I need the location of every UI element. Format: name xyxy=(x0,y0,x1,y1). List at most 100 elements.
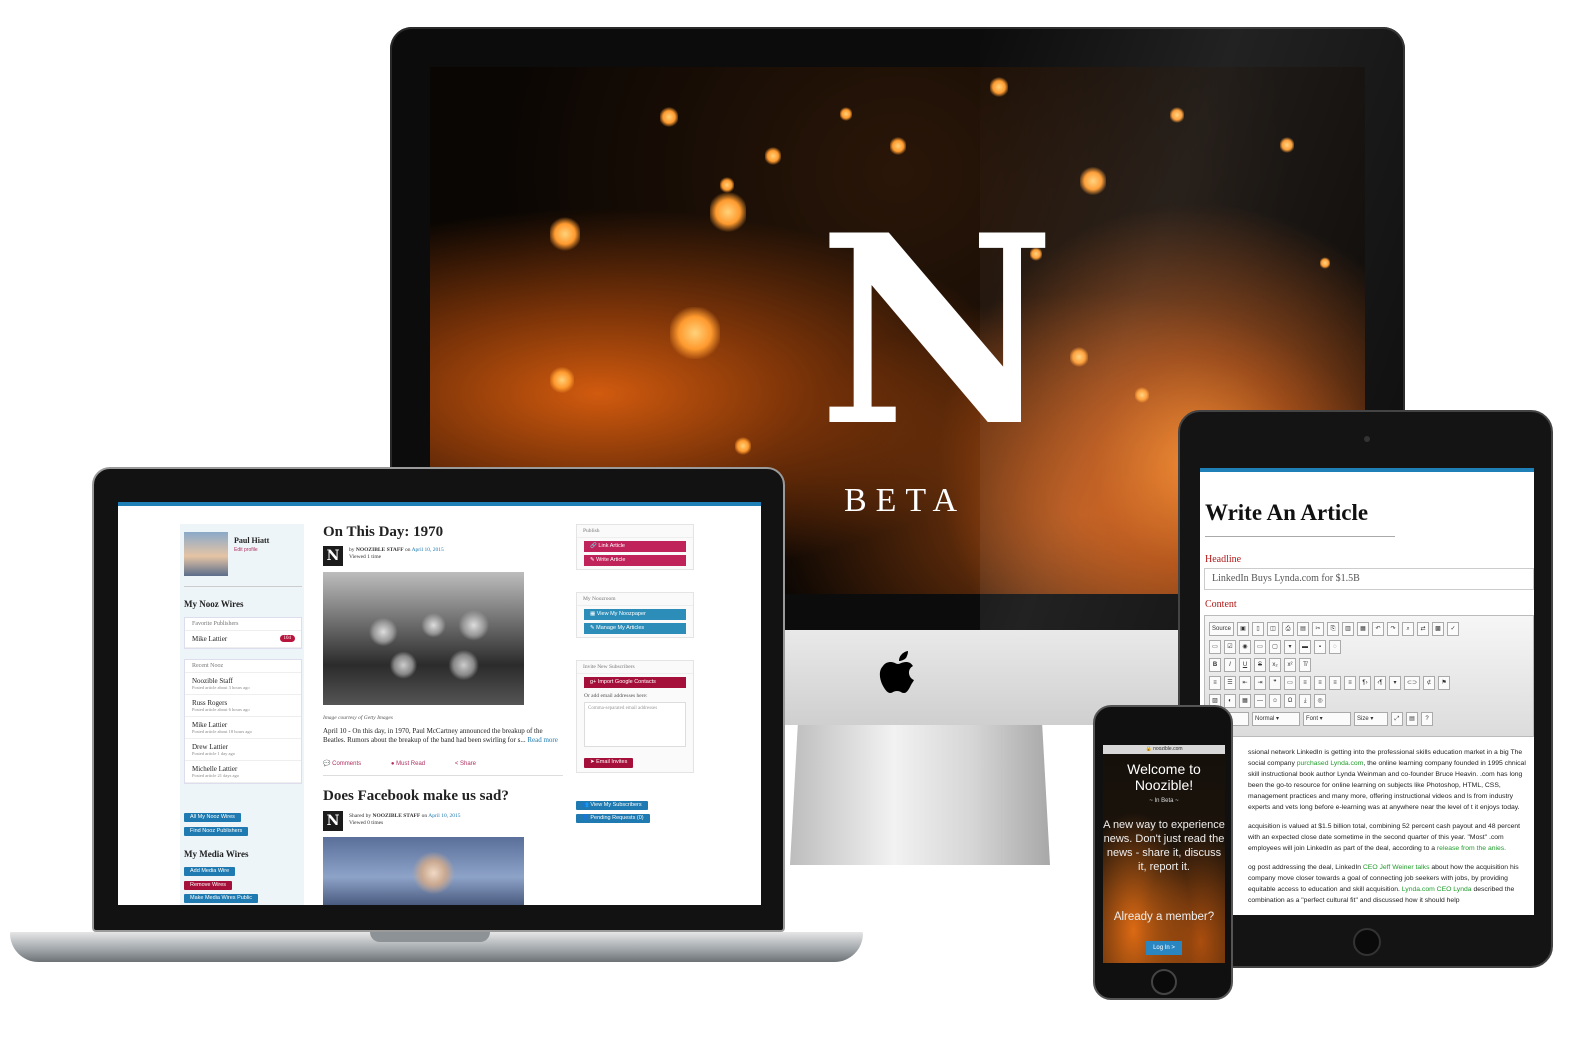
list-item[interactable]: Russ Rogers Posted article about 6 hours … xyxy=(185,695,301,717)
justify-icon[interactable]: ≡ xyxy=(1344,676,1356,690)
headline-input[interactable]: LinkedIn Buys Lynda.com for $1.5B xyxy=(1204,568,1534,590)
write-article-button[interactable]: ✎ Write Article xyxy=(584,555,686,566)
show-blocks-icon[interactable]: ▤ xyxy=(1406,712,1418,726)
article-photo-2[interactable] xyxy=(323,837,524,905)
replace-icon[interactable]: ⇄ xyxy=(1417,622,1430,636)
ltr-icon[interactable]: ¶› xyxy=(1359,676,1371,690)
view-noozpaper-button[interactable]: ▦ View My Noozpaper xyxy=(584,609,686,620)
flash-icon[interactable]: ◐ xyxy=(1224,694,1236,708)
div-icon[interactable]: ▭ xyxy=(1284,676,1296,690)
anchor-icon[interactable]: ⚑ xyxy=(1438,676,1451,690)
templates-icon[interactable]: ▤ xyxy=(1297,622,1310,636)
cut-icon[interactable]: ✂ xyxy=(1312,622,1325,636)
new-page-icon[interactable]: ▯ xyxy=(1252,622,1265,636)
align-center-icon[interactable]: ≡ xyxy=(1314,676,1326,690)
remove-wires-button[interactable]: Remove Wires xyxy=(184,881,233,890)
in-beta-label: ~ In Beta ~ xyxy=(1149,798,1179,804)
maximize-icon[interactable]: ⤢ xyxy=(1391,712,1403,726)
blockquote-icon[interactable]: ❞ xyxy=(1269,676,1281,690)
edit-profile-link[interactable]: Edit profile xyxy=(234,547,258,553)
textarea-icon[interactable]: ▢ xyxy=(1269,640,1281,654)
source-button[interactable]: Source xyxy=(1209,622,1235,636)
remove-format-icon[interactable]: T̸ xyxy=(1299,658,1311,672)
copy-icon[interactable]: ⎘ xyxy=(1327,622,1340,636)
form-icon[interactable]: ▭ xyxy=(1209,640,1221,654)
email-invites-button[interactable]: ➤ Email Invites xyxy=(584,758,634,768)
must-read-button[interactable]: ● Must Read xyxy=(391,761,439,767)
article-title[interactable]: On This Day: 1970 xyxy=(323,524,443,541)
article-title-2[interactable]: Does Facebook make us sad? xyxy=(323,788,509,805)
pending-requests-button[interactable]: 👤 Pending Requests (0) xyxy=(576,814,650,823)
font-dropdown[interactable]: Font ▾ xyxy=(1303,712,1351,726)
save-icon[interactable]: ▣ xyxy=(1237,622,1250,636)
laptop: Paul Hiatt Edit profile My Nooz Wires Fa… xyxy=(92,467,785,932)
indent-icon[interactable]: ⇥ xyxy=(1254,676,1266,690)
paste-text-icon[interactable]: ▦ xyxy=(1357,622,1370,636)
address-bar[interactable]: 🔒 noozible.com xyxy=(1103,745,1225,754)
underline-icon[interactable]: U xyxy=(1239,658,1251,672)
radio-icon[interactable]: ◉ xyxy=(1239,640,1251,654)
rtl-icon[interactable]: ‹¶ xyxy=(1374,676,1386,690)
subscript-icon[interactable]: x₂ xyxy=(1269,658,1281,672)
unlink-icon[interactable]: ⊄ xyxy=(1423,676,1436,690)
comments-button[interactable]: 💬 Comments xyxy=(323,761,375,767)
view-subscribers-button[interactable]: 👥 View My Subscribers xyxy=(576,801,648,810)
italic-icon[interactable]: I xyxy=(1224,658,1236,672)
paste-icon[interactable]: ▥ xyxy=(1342,622,1355,636)
article-photo[interactable] xyxy=(323,572,524,705)
read-more-link[interactable]: Read more xyxy=(527,736,558,744)
textfield-icon[interactable]: ▭ xyxy=(1254,640,1266,654)
align-left-icon[interactable]: ≡ xyxy=(1299,676,1311,690)
table-icon[interactable]: ▦ xyxy=(1239,694,1251,708)
avatar[interactable] xyxy=(184,532,228,576)
import-contacts-button[interactable]: g+ Import Google Contacts xyxy=(584,677,686,688)
add-media-wire-button[interactable]: Add Media Wire xyxy=(184,867,236,876)
bullet-list-icon[interactable]: ☰ xyxy=(1224,676,1236,690)
view-count: Viewed 0 times xyxy=(349,820,384,826)
page-break-icon[interactable]: ⤓ xyxy=(1299,694,1312,708)
find-icon[interactable]: ⌕ xyxy=(1402,622,1415,636)
publisher-logo-icon: N xyxy=(323,546,343,566)
make-public-button[interactable]: Make Media Wires Public xyxy=(184,894,259,903)
button-icon[interactable]: ▬ xyxy=(1299,640,1311,654)
checkbox-icon[interactable]: ☑ xyxy=(1224,640,1236,654)
find-publishers-button[interactable]: Find Nooz Publishers xyxy=(184,827,249,836)
spellcheck-icon[interactable]: ✓ xyxy=(1447,622,1460,636)
image-button-icon[interactable]: ▪ xyxy=(1314,640,1326,654)
numbered-list-icon[interactable]: ≡ xyxy=(1209,676,1221,690)
manage-articles-button[interactable]: ✎ Manage My Articles xyxy=(584,623,686,634)
link-icon[interactable]: ⊂⊃ xyxy=(1404,676,1421,690)
horizontal-line-icon[interactable]: ― xyxy=(1254,694,1266,708)
hidden-field-icon[interactable]: ◌ xyxy=(1329,640,1341,654)
smiley-icon[interactable]: ☺ xyxy=(1269,694,1282,708)
strike-icon[interactable]: S xyxy=(1254,658,1266,672)
redo-icon[interactable]: ↷ xyxy=(1387,622,1400,636)
tablet: Write An Article Headline LinkedIn Buys … xyxy=(1178,410,1553,968)
format-dropdown[interactable]: Normal ▾ xyxy=(1252,712,1300,726)
list-item[interactable]: Mike Lattier 104 xyxy=(185,631,301,648)
outdent-icon[interactable]: ⇤ xyxy=(1239,676,1251,690)
list-item[interactable]: Drew Lattier Posted article 1 day ago xyxy=(185,739,301,761)
list-item[interactable]: Noozible Staff Posted article about 3 hou… xyxy=(185,673,301,695)
language-icon[interactable]: ▾ xyxy=(1389,676,1401,690)
print-icon[interactable]: ⎙ xyxy=(1282,622,1295,636)
preview-icon[interactable]: ◫ xyxy=(1267,622,1280,636)
about-icon[interactable]: ? xyxy=(1421,712,1433,726)
login-button[interactable]: Log In > xyxy=(1146,941,1182,955)
align-right-icon[interactable]: ≡ xyxy=(1329,676,1341,690)
select-all-icon[interactable]: ▩ xyxy=(1432,622,1445,636)
article-body-editor[interactable]: ssional network LinkedIn is getting into… xyxy=(1248,747,1534,914)
size-dropdown[interactable]: Size ▾ xyxy=(1354,712,1388,726)
iframe-icon[interactable]: ◎ xyxy=(1314,694,1327,708)
all-nooz-wires-button[interactable]: All My Nooz Wires xyxy=(184,813,241,822)
list-item[interactable]: Mike Lattier Posted article about 18 hour… xyxy=(185,717,301,739)
special-char-icon[interactable]: Ω xyxy=(1284,694,1297,708)
list-item[interactable]: Michelle Lattier Posted article 21 days a… xyxy=(185,761,301,783)
undo-icon[interactable]: ↶ xyxy=(1372,622,1385,636)
link-article-button[interactable]: 🔗 Link Article xyxy=(584,541,686,552)
email-addresses-input[interactable]: Comma-separated email addresses xyxy=(584,702,686,747)
superscript-icon[interactable]: x² xyxy=(1284,658,1296,672)
share-button[interactable]: < Share xyxy=(455,761,490,767)
select-icon[interactable]: ▾ xyxy=(1284,640,1296,654)
bold-icon[interactable]: B xyxy=(1209,658,1221,672)
